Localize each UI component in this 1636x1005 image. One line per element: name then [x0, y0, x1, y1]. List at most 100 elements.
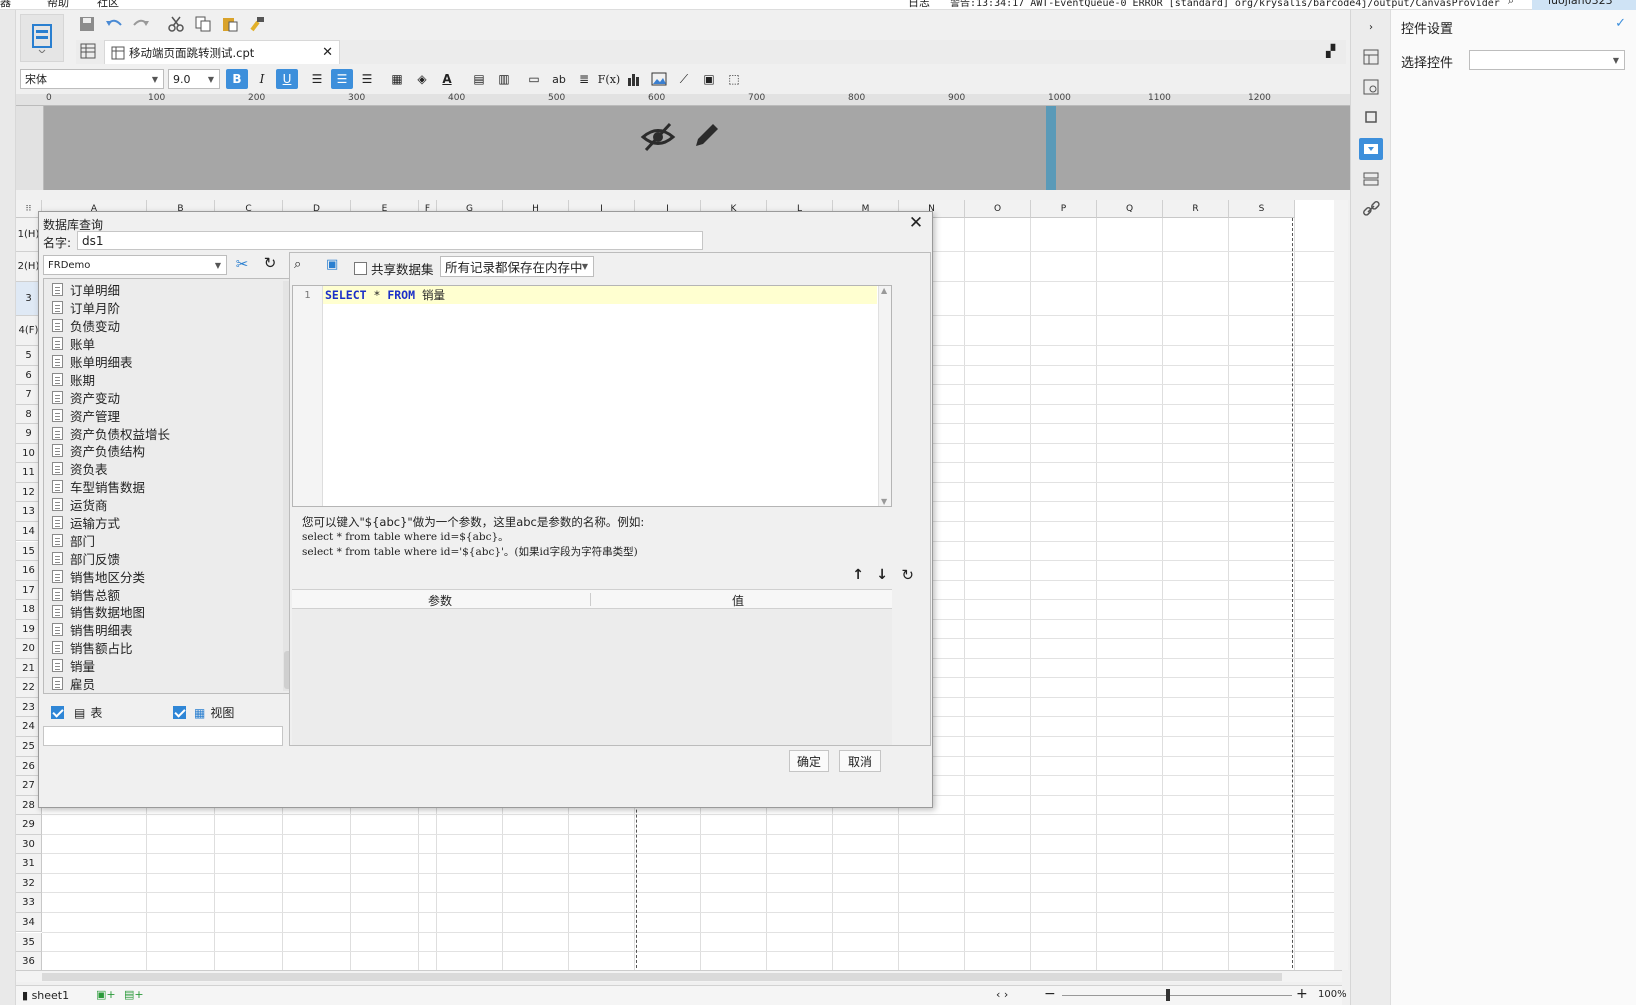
filter-view-checkbox[interactable]: ▦ 视图 [173, 704, 234, 721]
chart-icon[interactable] [623, 69, 645, 89]
cancel-button[interactable]: 取消 [839, 750, 881, 772]
scrollbar-thumb[interactable] [42, 973, 1282, 981]
float-element-attr-icon[interactable] [1359, 106, 1383, 128]
name-field[interactable]: ds1 [77, 231, 703, 250]
move-up-icon[interactable]: ↑ [852, 567, 864, 583]
sql-editor[interactable]: 1 SELECT * FROM 销量 ▲ ▼ [292, 285, 892, 507]
italic-button[interactable]: I [251, 69, 273, 89]
format-painter-icon[interactable] [246, 14, 268, 34]
table-list-item[interactable]: 资产负债结构 [46, 442, 282, 460]
table-list-item[interactable]: 销售总额 [46, 585, 282, 603]
table-list-item[interactable]: 订单明细 [46, 281, 282, 299]
copy-icon[interactable] [192, 14, 214, 34]
table-list-item[interactable]: 销售明细表 [46, 621, 282, 639]
scroll-up-icon[interactable]: ▲ [881, 286, 887, 295]
refresh-icon[interactable]: ↻ [259, 254, 281, 274]
column-header[interactable]: O [965, 200, 1031, 218]
table-list-item[interactable]: 订单月阶 [46, 299, 282, 317]
edit-pencil-icon[interactable] [692, 120, 722, 150]
param-icon[interactable]: ▣ [326, 257, 344, 279]
redo-icon[interactable] [130, 14, 152, 34]
preview-icon[interactable]: ⌕ [294, 257, 312, 279]
table-list-item[interactable]: 账期 [46, 370, 282, 388]
font-color-icon[interactable]: A [436, 69, 458, 89]
grid-icon[interactable] [80, 43, 98, 61]
ok-button[interactable]: 确定 [789, 750, 829, 772]
vertical-scrollbar[interactable] [1334, 200, 1348, 970]
rich-text-icon[interactable]: ≣ [573, 69, 595, 89]
close-tab-icon[interactable]: ✕ [322, 45, 333, 60]
pin-icon[interactable]: ▞ [1326, 44, 1335, 58]
cell-attributes-icon[interactable] [1359, 76, 1383, 98]
refresh-params-icon[interactable]: ↻ [901, 566, 914, 584]
column-header[interactable]: Q [1097, 200, 1163, 218]
formula-icon[interactable]: F(x) [598, 69, 620, 89]
table-list-item[interactable]: 销售额占比 [46, 639, 282, 657]
table-list-item[interactable]: 车型销售数据 [46, 478, 282, 496]
parameter-table[interactable]: 参数 值 [292, 589, 892, 745]
paste-icon[interactable] [219, 14, 241, 34]
table-list-item[interactable]: 账单明细表 [46, 353, 282, 371]
row-header[interactable]: 30 [16, 834, 42, 855]
table-list-item[interactable]: 资产管理 [46, 406, 282, 424]
document-tab[interactable]: 移动端页面跳转测试.cpt ✕ [104, 40, 340, 64]
checkbox-checked[interactable] [173, 706, 186, 719]
fill-color-icon[interactable]: ◈ [411, 69, 433, 89]
unmerge-cells-icon[interactable]: ▥ [493, 69, 515, 89]
table-list-item[interactable]: 部门反馈 [46, 549, 282, 567]
condition-attr-icon[interactable] [1359, 168, 1383, 190]
row-header[interactable]: 33 [16, 893, 42, 913]
user-box[interactable]: luojian0323 [1532, 0, 1636, 10]
save-icon[interactable] [76, 14, 98, 34]
align-right-icon[interactable]: ☰ [356, 69, 378, 89]
zoom-out-icon[interactable]: − [1044, 986, 1056, 1002]
table-list-item[interactable]: 运输方式 [46, 514, 282, 532]
row-header[interactable]: 35 [16, 932, 42, 953]
table-list-item[interactable]: 资产变动 [46, 388, 282, 406]
table-list[interactable]: 订单明细 订单月阶 负债变动 账单 账单明细表 账期 资产变动 资产管理 资产负债权益增长 资产负… [46, 281, 282, 691]
collapse-arrow-icon[interactable]: › [1359, 16, 1383, 38]
hyperlink-icon[interactable] [1359, 198, 1383, 220]
connection-select[interactable]: FRDemo ▼ [43, 255, 227, 275]
cell-element-icon[interactable] [1359, 46, 1383, 68]
filter-table-checkbox[interactable]: ▤ 表 [51, 704, 102, 721]
table-list-item[interactable]: 部门 [46, 531, 282, 549]
column-header[interactable]: R [1163, 200, 1229, 218]
cut-icon[interactable] [165, 14, 187, 34]
page-prev-icon[interactable]: ‹ › [996, 988, 1008, 1001]
sheet-tab[interactable]: ▮ sheet1 [22, 989, 69, 1002]
row-header[interactable]: 34 [16, 912, 42, 933]
table-list-item[interactable]: 销量 [46, 657, 282, 675]
search-icon[interactable]: ⌕ [1508, 0, 1514, 8]
image-icon[interactable] [648, 69, 670, 89]
move-down-icon[interactable]: ↓ [876, 567, 888, 583]
text-field-icon[interactable]: ▭ [523, 69, 545, 89]
checkbox-checked[interactable] [51, 706, 64, 719]
subreport-icon[interactable]: ▣ [698, 69, 720, 89]
slash-icon[interactable]: ⟋ [673, 69, 695, 89]
checkbox-unchecked[interactable] [354, 262, 367, 275]
zoom-slider[interactable] [1062, 995, 1292, 996]
horizontal-scrollbar[interactable] [16, 970, 1342, 982]
scroll-down-icon[interactable]: ▼ [881, 497, 887, 506]
undo-icon[interactable] [103, 14, 125, 34]
template-dataset-button[interactable] [20, 14, 64, 62]
font-family-select[interactable]: 宋体 ▼ [20, 69, 164, 89]
border-icon[interactable]: ▦ [386, 69, 408, 89]
hide-icon[interactable] [640, 122, 676, 152]
text-icon[interactable]: ab [548, 69, 570, 89]
underline-button[interactable]: U [276, 69, 298, 89]
table-list-item[interactable]: 运货商 [46, 496, 282, 514]
menu-help[interactable]: 帮助 [47, 0, 69, 9]
table-list-item[interactable]: 资负表 [46, 460, 282, 478]
zoom-in-icon[interactable]: + [1296, 986, 1308, 1002]
row-header[interactable]: 32 [16, 873, 42, 894]
column-header[interactable]: S [1229, 200, 1295, 218]
float-element-icon[interactable]: ⬚ [723, 69, 745, 89]
share-dataset-checkbox[interactable]: 共享数据集 [354, 259, 434, 278]
parameter-canvas[interactable] [44, 106, 1350, 190]
memory-mode-select[interactable]: 所有记录都保存在内存中 ▼ [440, 256, 594, 277]
align-center-icon[interactable]: ☰ [331, 69, 353, 89]
table-list-item[interactable]: 账单 [46, 335, 282, 353]
zoom-slider-handle[interactable] [1166, 989, 1170, 1001]
